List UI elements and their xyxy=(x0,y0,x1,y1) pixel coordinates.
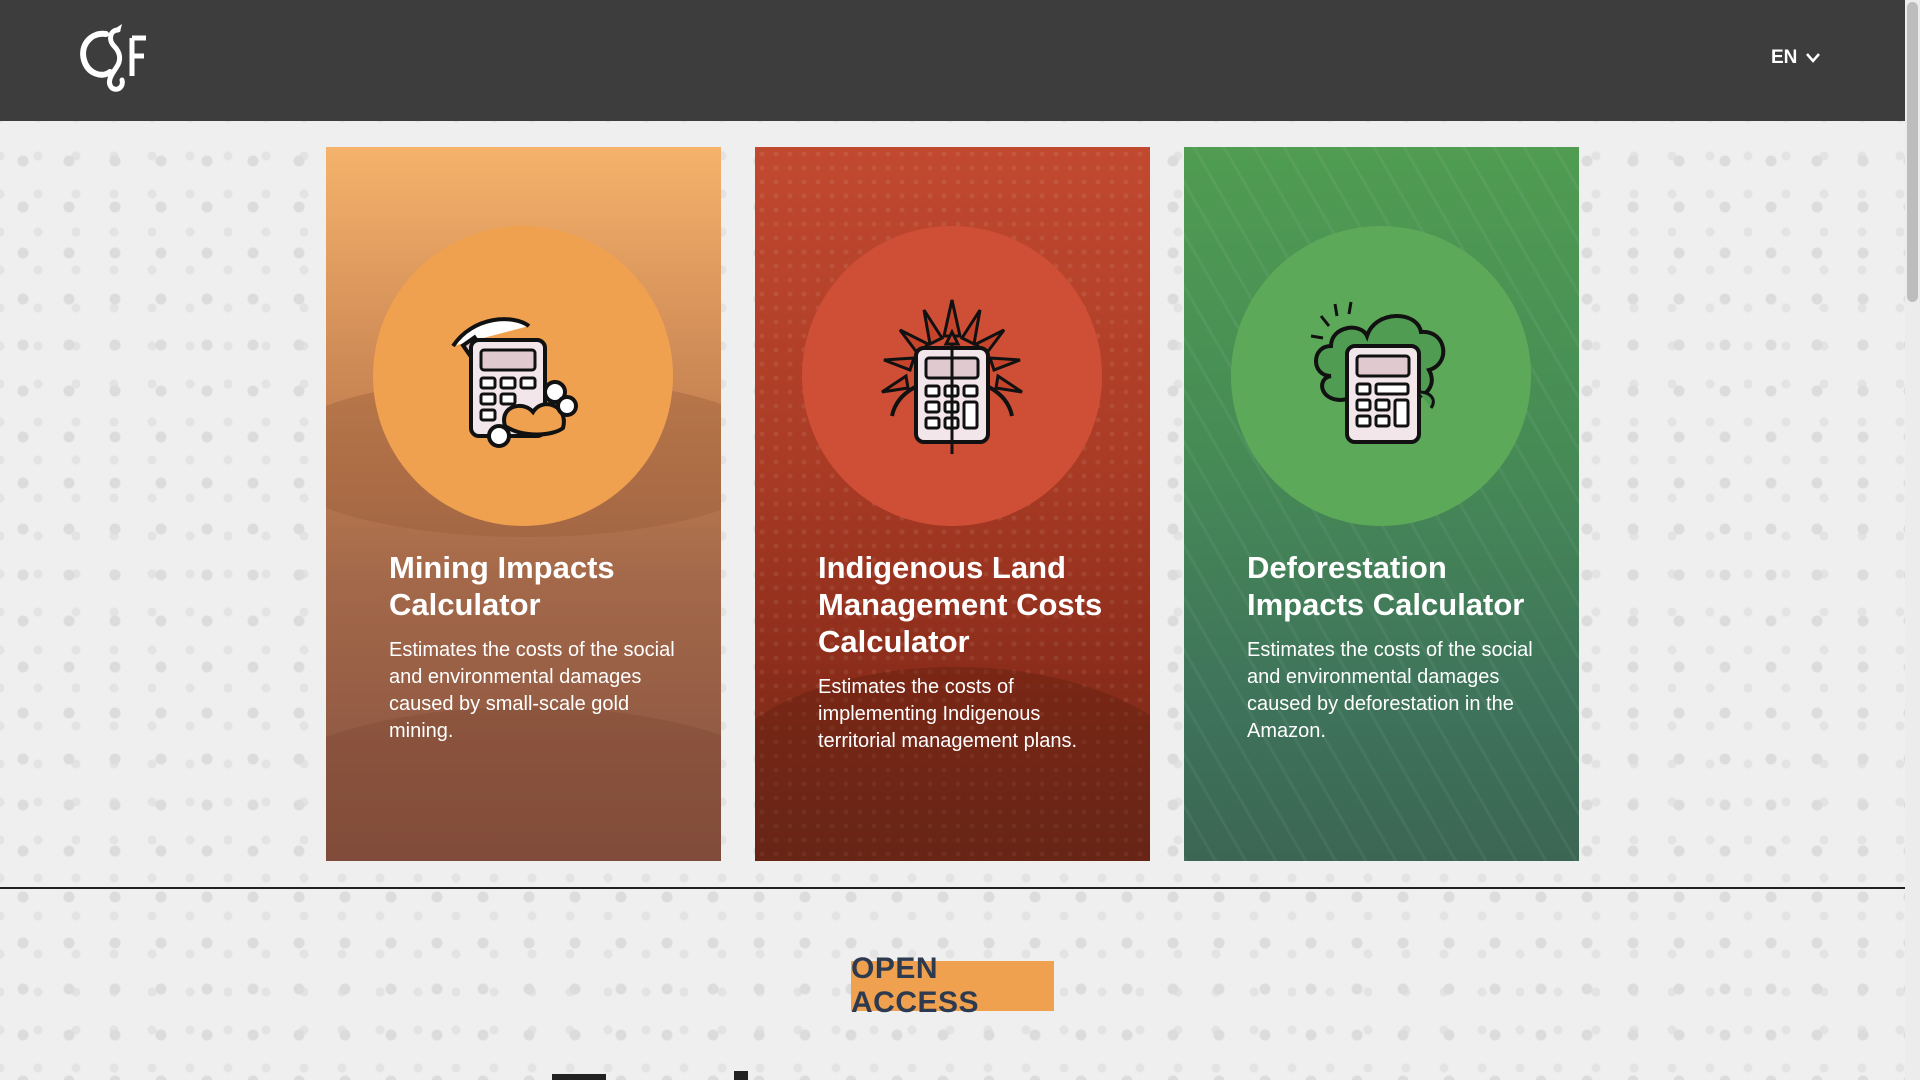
card-title: Mining Impacts Calculator xyxy=(389,550,615,622)
card-icon-circle xyxy=(1231,226,1531,526)
tree-calculator-icon xyxy=(1310,301,1446,444)
indigenous-land-calculator-card[interactable]: Indigenous Land Management Costs Calcula… xyxy=(755,147,1150,861)
card-description: Estimates the costs of the social and en… xyxy=(389,639,675,742)
card-title: Indigenous Land Management Costs Calcula… xyxy=(818,550,1103,659)
heading-partial xyxy=(552,1074,606,1080)
open-access-badge: OPEN ACCESS xyxy=(851,952,1054,1019)
language-selector[interactable]: EN xyxy=(1771,47,1821,69)
language-label: EN xyxy=(1771,47,1798,68)
section-divider xyxy=(0,887,1905,889)
scrollbar-thumb[interactable] xyxy=(1907,2,1918,302)
mining-calculator-card[interactable]: Mining Impacts Calculator Estimates the … xyxy=(326,147,721,861)
top-header: EN xyxy=(0,0,1905,121)
deforestation-calculator-card[interactable]: Deforestation Impacts Calculator Estimat… xyxy=(1184,147,1579,861)
scrollbar[interactable] xyxy=(1905,0,1920,1080)
pickaxe-calculator-icon xyxy=(451,317,578,448)
chevron-down-icon xyxy=(1806,53,1821,63)
card-icon-circle xyxy=(373,226,673,526)
card-description: Estimates the costs of implementing Indi… xyxy=(818,676,1078,752)
heading-partial xyxy=(734,1071,748,1080)
card-description: Estimates the costs of the social and en… xyxy=(1247,639,1533,742)
headdress-calculator-icon xyxy=(881,299,1023,454)
card-icon-circle xyxy=(802,226,1102,526)
csf-logo[interactable] xyxy=(76,24,148,92)
card-title: Deforestation Impacts Calculator xyxy=(1247,550,1525,622)
